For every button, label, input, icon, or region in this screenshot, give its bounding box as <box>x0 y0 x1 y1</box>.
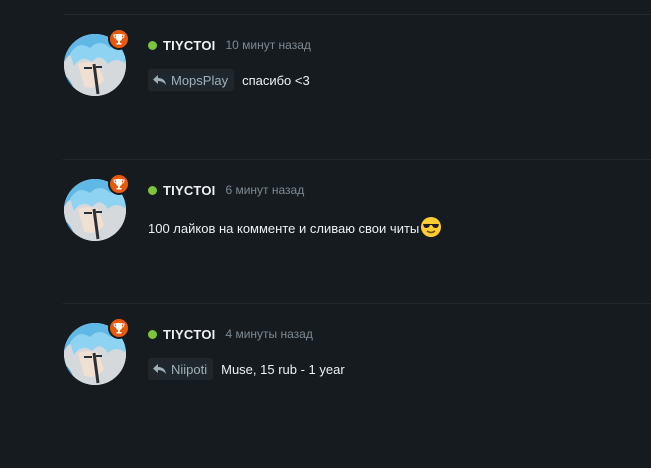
online-status-dot <box>148 40 157 50</box>
avatar[interactable] <box>64 173 130 241</box>
divider-top <box>63 14 651 15</box>
timestamp[interactable]: 10 минут назад <box>225 38 310 52</box>
reply-to-name: Niipoti <box>171 361 208 377</box>
comment-item: TIYCTOI 4 минуты назад Niipoti Muse, 15 … <box>0 317 651 468</box>
comment-text: спасибо <3 <box>242 72 310 88</box>
sunglasses-emoji <box>420 216 442 241</box>
online-status-dot <box>148 185 157 195</box>
divider <box>63 159 651 160</box>
trophy-icon <box>108 317 130 339</box>
reply-arrow-icon <box>153 363 166 375</box>
reply-to-chip[interactable]: Niipoti <box>148 358 214 380</box>
reply-arrow-icon <box>153 74 166 86</box>
avatar[interactable] <box>64 28 130 96</box>
timestamp[interactable]: 6 минут назад <box>225 183 304 197</box>
timestamp[interactable]: 4 минуты назад <box>225 327 312 341</box>
online-status-dot <box>148 329 157 339</box>
comment-text: 100 лайков на комменте и сливаю свои чит… <box>148 221 420 236</box>
comment-text: Muse, 15 rub - 1 year <box>221 361 345 377</box>
username[interactable]: TIYCTOI <box>163 183 215 198</box>
avatar[interactable] <box>64 317 130 385</box>
trophy-icon <box>108 28 130 50</box>
reply-to-chip[interactable]: MopsPlay <box>148 69 235 91</box>
username[interactable]: TIYCTOI <box>163 327 215 342</box>
divider <box>63 303 651 304</box>
reply-to-name: MopsPlay <box>171 72 229 88</box>
trophy-icon <box>108 173 130 195</box>
username[interactable]: TIYCTOI <box>163 38 215 53</box>
comment-item: TIYCTOI 10 минут назад MopsPlay спасибо … <box>0 28 651 179</box>
